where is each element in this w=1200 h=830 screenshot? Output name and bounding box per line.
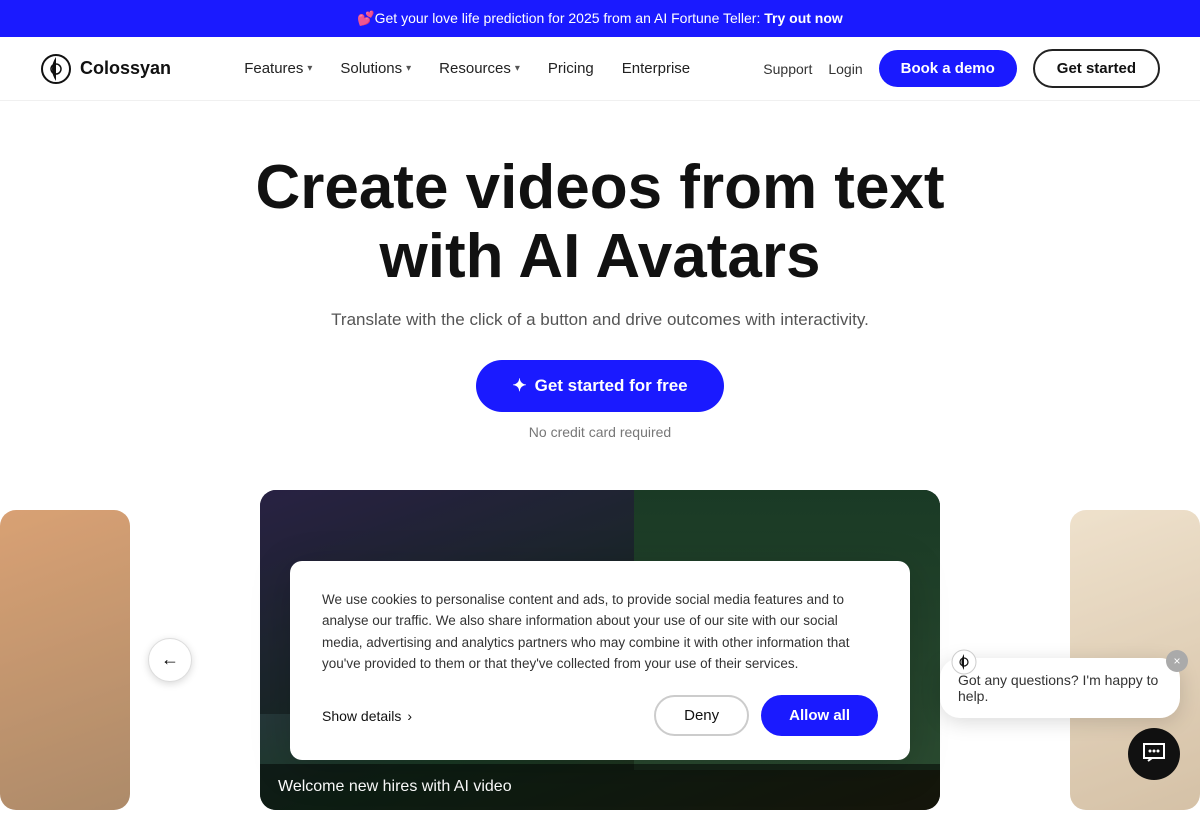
carousel-card-label: Welcome new hires with AI video: [260, 764, 940, 810]
logo-icon: [40, 53, 72, 85]
navbar: Colossyan Features ▾ Solutions ▾ Resourc…: [0, 37, 1200, 101]
chevron-down-icon: ▾: [307, 63, 312, 74]
nav-features[interactable]: Features ▾: [244, 60, 312, 77]
banner-text: 💕Get your love life prediction for 2025 …: [357, 10, 764, 26]
nav-enterprise[interactable]: Enterprise: [622, 60, 690, 77]
login-link[interactable]: Login: [828, 61, 862, 77]
nav-pricing[interactable]: Pricing: [548, 60, 594, 77]
logo[interactable]: Colossyan: [40, 53, 171, 85]
get-started-nav-button[interactable]: Get started: [1033, 49, 1160, 88]
chat-widget: × Got any questions? I'm happy to help.: [940, 658, 1180, 780]
show-details-link[interactable]: Show details ›: [322, 708, 412, 724]
get-started-hero-label: Get started for free: [535, 376, 688, 396]
hero-subtitle: Translate with the click of a button and…: [40, 310, 1160, 330]
carousel-prev-button[interactable]: ←: [148, 638, 192, 682]
banner-cta[interactable]: Try out now: [764, 10, 843, 26]
support-link[interactable]: Support: [763, 61, 812, 77]
nav-resources[interactable]: Resources ▾: [439, 60, 520, 77]
chat-message-bubble: × Got any questions? I'm happy to help.: [940, 658, 1180, 718]
hero-section: Create videos from text with AI Avatars …: [0, 101, 1200, 460]
cookie-banner: We use cookies to personalise content an…: [290, 561, 910, 760]
carousel-side-left: [0, 510, 130, 810]
nav-center: Features ▾ Solutions ▾ Resources ▾ Prici…: [244, 60, 690, 77]
cookie-actions: Show details › Deny Allow all: [322, 695, 878, 736]
book-demo-button[interactable]: Book a demo: [879, 50, 1017, 87]
no-credit-text: No credit card required: [40, 424, 1160, 440]
chat-open-button[interactable]: [1128, 728, 1180, 780]
cookie-text: We use cookies to personalise content an…: [322, 589, 878, 675]
chat-message-text: Got any questions? I'm happy to help.: [958, 672, 1158, 704]
star-icon: ✦: [512, 376, 526, 396]
nav-right: Support Login Book a demo Get started: [763, 49, 1160, 88]
close-chat-button[interactable]: ×: [1166, 650, 1188, 672]
allow-all-button[interactable]: Allow all: [761, 695, 878, 736]
chevron-down-icon: ▾: [515, 63, 520, 74]
cookie-buttons: Deny Allow all: [654, 695, 878, 736]
announcement-banner: 💕Get your love life prediction for 2025 …: [0, 0, 1200, 37]
chat-logo-icon: [950, 648, 978, 679]
get-started-hero-button[interactable]: ✦ Get started for free: [476, 360, 723, 412]
logo-text: Colossyan: [80, 58, 171, 79]
hero-title: Create videos from text with AI Avatars: [225, 153, 975, 292]
chevron-down-icon: ▾: [406, 63, 411, 74]
deny-button[interactable]: Deny: [654, 695, 749, 736]
nav-solutions[interactable]: Solutions ▾: [340, 60, 411, 77]
chevron-right-icon: ›: [407, 708, 412, 724]
